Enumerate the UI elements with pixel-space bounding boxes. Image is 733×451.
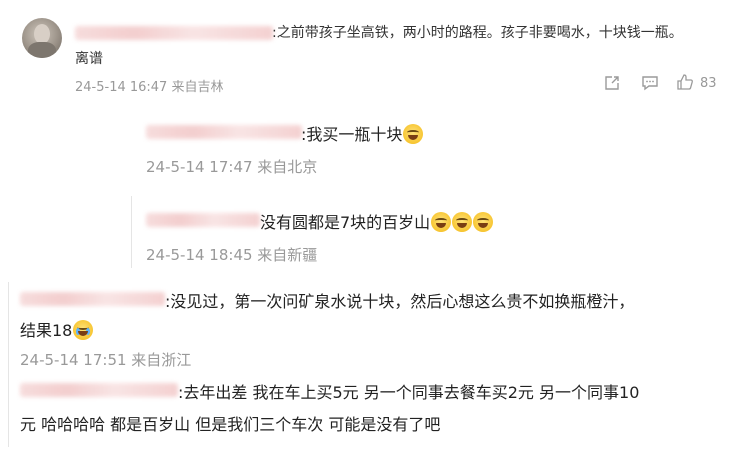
thread-line: [131, 196, 132, 268]
comment-icon[interactable]: [641, 74, 659, 92]
reply-text: 没有圆都是7块的百岁山: [260, 209, 494, 233]
comment-meta: 24-5-14 16:47 来自吉林: [75, 80, 224, 95]
reply-text-content: 没有圆都是7块的百岁山: [260, 213, 431, 232]
comment-text-line2: 元 哈哈哈哈 都是百岁山 但是我们三个车次 可能是没有了吧: [20, 415, 441, 434]
reply-meta: 24-5-14 18:45 来自新疆: [146, 246, 318, 264]
laugh-cry-emoji: [431, 212, 452, 232]
comment-text: :去年出差 我在车上买5元 另一个同事去餐车买2元 另一个同事10: [178, 383, 640, 402]
redacted-username: [75, 26, 273, 40]
laugh-cry-emoji: [452, 212, 473, 232]
share-icon[interactable]: [603, 74, 621, 92]
thread-line: [8, 282, 9, 447]
comment-text: :之前带孩子坐高铁，两小时的路程。孩子非要喝水，十块钱一瓶。: [272, 25, 683, 41]
crying-emoji: [73, 320, 94, 340]
avatar[interactable]: [22, 18, 62, 58]
avatar-body: [28, 42, 56, 58]
redacted-username: [146, 213, 260, 227]
comment-text-content: 结果18: [20, 321, 73, 340]
reply-meta: 24-5-14 17:47 来自北京: [146, 158, 318, 176]
avatar-face: [34, 24, 50, 44]
laugh-cry-emoji: [403, 124, 424, 144]
redacted-username: [146, 125, 302, 139]
comment-text: :没见过，第一次问矿泉水说十块，然后心想这么贵不如换瓶橙汁，: [165, 292, 635, 311]
comment-meta: 24-5-14 17:51 来自浙江: [20, 351, 192, 369]
laugh-cry-emoji: [473, 212, 494, 232]
reply-text-content: :我买一瓶十块: [301, 125, 403, 144]
reply-text: :我买一瓶十块: [301, 121, 424, 145]
comment-text-line2: 离谱: [75, 51, 103, 67]
comment-text-line2: 结果18: [20, 317, 94, 341]
redacted-username: [20, 383, 178, 397]
redacted-username: [20, 292, 165, 306]
like-icon[interactable]: [676, 73, 694, 91]
like-count: 83: [700, 76, 717, 91]
